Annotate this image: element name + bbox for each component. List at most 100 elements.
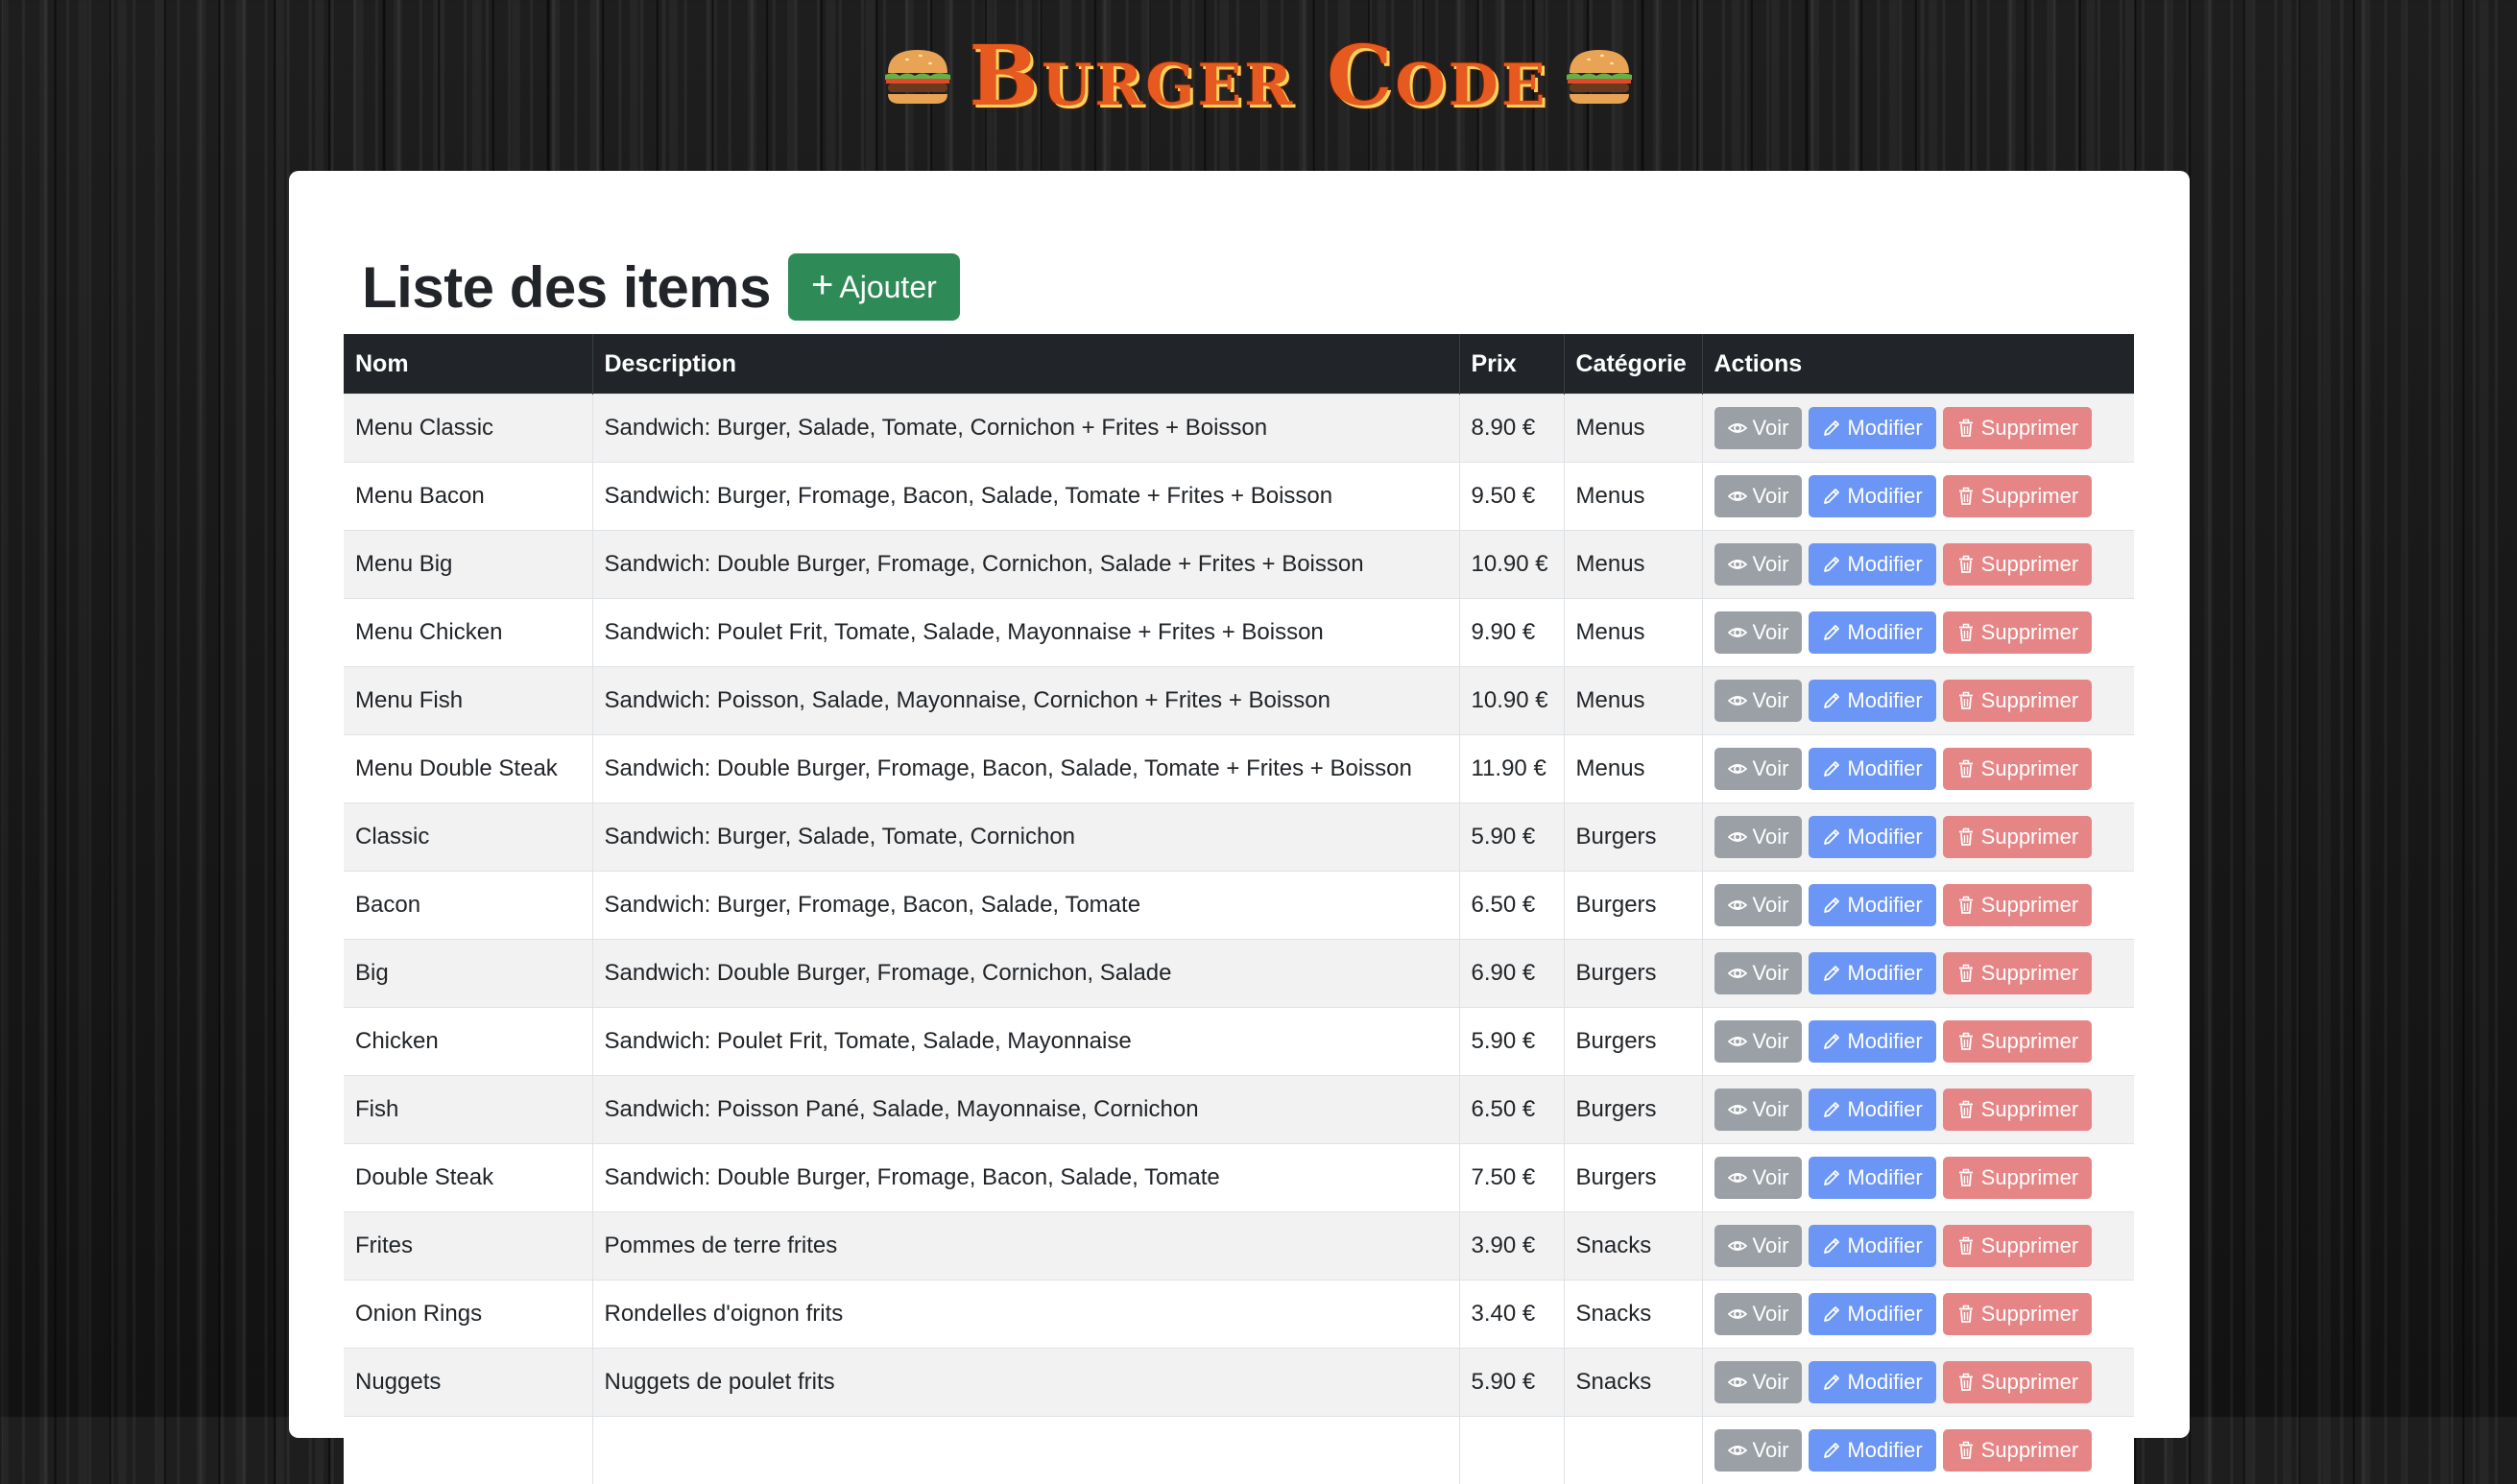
- edit-button[interactable]: Modifier: [1809, 1429, 1935, 1472]
- action-buttons: Voir Modifier Supprimer: [1714, 680, 2123, 722]
- item-actions: Voir Modifier Supprimer: [1702, 463, 2134, 531]
- view-button[interactable]: Voir: [1714, 1157, 1803, 1199]
- brand[interactable]: Burger Code: [880, 36, 1636, 118]
- view-label: Voir: [1753, 1165, 1789, 1190]
- view-button[interactable]: Voir: [1714, 1429, 1803, 1472]
- view-button[interactable]: Voir: [1714, 1361, 1803, 1403]
- view-button[interactable]: Voir: [1714, 816, 1803, 858]
- delete-label: Supprimer: [1981, 1302, 2078, 1327]
- view-button[interactable]: Voir: [1714, 1225, 1803, 1267]
- item-name: Nuggets: [344, 1349, 592, 1417]
- action-buttons: Voir Modifier Supprimer: [1714, 1157, 2123, 1199]
- view-label: Voir: [1753, 1233, 1789, 1258]
- view-button[interactable]: Voir: [1714, 407, 1803, 449]
- action-buttons: Voir Modifier Supprimer: [1714, 611, 2123, 654]
- edit-button[interactable]: Modifier: [1809, 680, 1935, 722]
- edit-button[interactable]: Modifier: [1809, 952, 1935, 994]
- delete-button[interactable]: Supprimer: [1943, 1020, 2092, 1063]
- view-label: Voir: [1753, 1029, 1789, 1054]
- edit-button[interactable]: Modifier: [1809, 407, 1935, 449]
- action-buttons: Voir Modifier Supprimer: [1714, 1361, 2123, 1403]
- eye-icon: [1728, 623, 1747, 642]
- delete-button[interactable]: Supprimer: [1943, 1157, 2092, 1199]
- edit-button[interactable]: Modifier: [1809, 1361, 1935, 1403]
- delete-button[interactable]: Supprimer: [1943, 1293, 2092, 1335]
- delete-button[interactable]: Supprimer: [1943, 680, 2092, 722]
- table-row: Menu Big Sandwich: Double Burger, Fromag…: [344, 531, 2134, 599]
- item-actions: Voir Modifier Supprimer: [1702, 395, 2134, 463]
- delete-button[interactable]: Supprimer: [1943, 475, 2092, 517]
- edit-button[interactable]: Modifier: [1809, 1157, 1935, 1199]
- item-category: Menus: [1564, 463, 1702, 531]
- view-label: Voir: [1753, 620, 1789, 645]
- table-row: Menu Chicken Sandwich: Poulet Frit, Toma…: [344, 599, 2134, 667]
- burger-icon: [880, 46, 955, 108]
- view-button[interactable]: Voir: [1714, 611, 1803, 654]
- delete-button[interactable]: Supprimer: [1943, 748, 2092, 790]
- table-row: Chicken Sandwich: Poulet Frit, Tomate, S…: [344, 1008, 2134, 1076]
- view-button[interactable]: Voir: [1714, 884, 1803, 926]
- edit-button[interactable]: Modifier: [1809, 1020, 1935, 1063]
- items-table: Nom Description Prix Catégorie Actions M…: [344, 334, 2134, 1484]
- view-label: Voir: [1753, 961, 1789, 986]
- edit-button[interactable]: Modifier: [1809, 1225, 1935, 1267]
- delete-button[interactable]: Supprimer: [1943, 1225, 2092, 1267]
- view-label: Voir: [1753, 825, 1789, 850]
- item-price: 5.90 €: [1459, 803, 1564, 872]
- item-description: Sandwich: Double Burger, Fromage, Cornic…: [592, 531, 1459, 599]
- view-label: Voir: [1753, 416, 1789, 441]
- trash-icon: [1956, 1032, 1976, 1051]
- item-actions: Voir Modifier Supprimer: [1702, 940, 2134, 1008]
- edit-button[interactable]: Modifier: [1809, 543, 1935, 586]
- trash-icon: [1956, 1304, 1976, 1324]
- burger-icon: [1562, 46, 1637, 108]
- item-description: Sandwich: Poisson, Salade, Mayonnaise, C…: [592, 667, 1459, 735]
- delete-button[interactable]: Supprimer: [1943, 884, 2092, 926]
- edit-button[interactable]: Modifier: [1809, 475, 1935, 517]
- table-row: Menu Fish Sandwich: Poisson, Salade, May…: [344, 667, 2134, 735]
- delete-button[interactable]: Supprimer: [1943, 952, 2092, 994]
- item-actions: Voir Modifier Supprimer: [1702, 803, 2134, 872]
- delete-button[interactable]: Supprimer: [1943, 1089, 2092, 1131]
- edit-label: Modifier: [1847, 1029, 1922, 1054]
- delete-button[interactable]: Supprimer: [1943, 816, 2092, 858]
- delete-button[interactable]: Supprimer: [1943, 611, 2092, 654]
- delete-button[interactable]: Supprimer: [1943, 1429, 2092, 1472]
- item-price: 7.50 €: [1459, 1144, 1564, 1212]
- plus-icon: +: [811, 266, 833, 304]
- item-category: Burgers: [1564, 940, 1702, 1008]
- items-panel: Liste des items + Ajouter Nom Descriptio…: [289, 171, 2190, 1438]
- item-name: Menu Big: [344, 531, 592, 599]
- trash-icon: [1956, 1168, 1976, 1187]
- item-name: Menu Double Steak: [344, 735, 592, 803]
- delete-button[interactable]: Supprimer: [1943, 1361, 2092, 1403]
- edit-button[interactable]: Modifier: [1809, 816, 1935, 858]
- table-row: Onion Rings Rondelles d'oignon frits 3.4…: [344, 1281, 2134, 1349]
- pencil-icon: [1822, 487, 1841, 506]
- item-category: Menus: [1564, 735, 1702, 803]
- view-button[interactable]: Voir: [1714, 1020, 1803, 1063]
- item-category: Menus: [1564, 667, 1702, 735]
- eye-icon: [1728, 1100, 1747, 1119]
- view-button[interactable]: Voir: [1714, 475, 1803, 517]
- view-button[interactable]: Voir: [1714, 1089, 1803, 1131]
- edit-button[interactable]: Modifier: [1809, 1089, 1935, 1131]
- view-button[interactable]: Voir: [1714, 748, 1803, 790]
- view-button[interactable]: Voir: [1714, 952, 1803, 994]
- edit-button[interactable]: Modifier: [1809, 748, 1935, 790]
- view-button[interactable]: Voir: [1714, 680, 1803, 722]
- edit-label: Modifier: [1847, 484, 1922, 509]
- delete-button[interactable]: Supprimer: [1943, 543, 2092, 586]
- edit-button[interactable]: Modifier: [1809, 611, 1935, 654]
- view-label: Voir: [1753, 893, 1789, 918]
- delete-label: Supprimer: [1981, 1233, 2078, 1258]
- edit-button[interactable]: Modifier: [1809, 884, 1935, 926]
- view-button[interactable]: Voir: [1714, 543, 1803, 586]
- pencil-icon: [1822, 1032, 1841, 1051]
- view-button[interactable]: Voir: [1714, 1293, 1803, 1335]
- edit-button[interactable]: Modifier: [1809, 1293, 1935, 1335]
- item-price: 5.90 €: [1459, 1349, 1564, 1417]
- edit-label: Modifier: [1847, 1438, 1922, 1463]
- add-item-button[interactable]: + Ajouter: [788, 253, 960, 321]
- delete-button[interactable]: Supprimer: [1943, 407, 2092, 449]
